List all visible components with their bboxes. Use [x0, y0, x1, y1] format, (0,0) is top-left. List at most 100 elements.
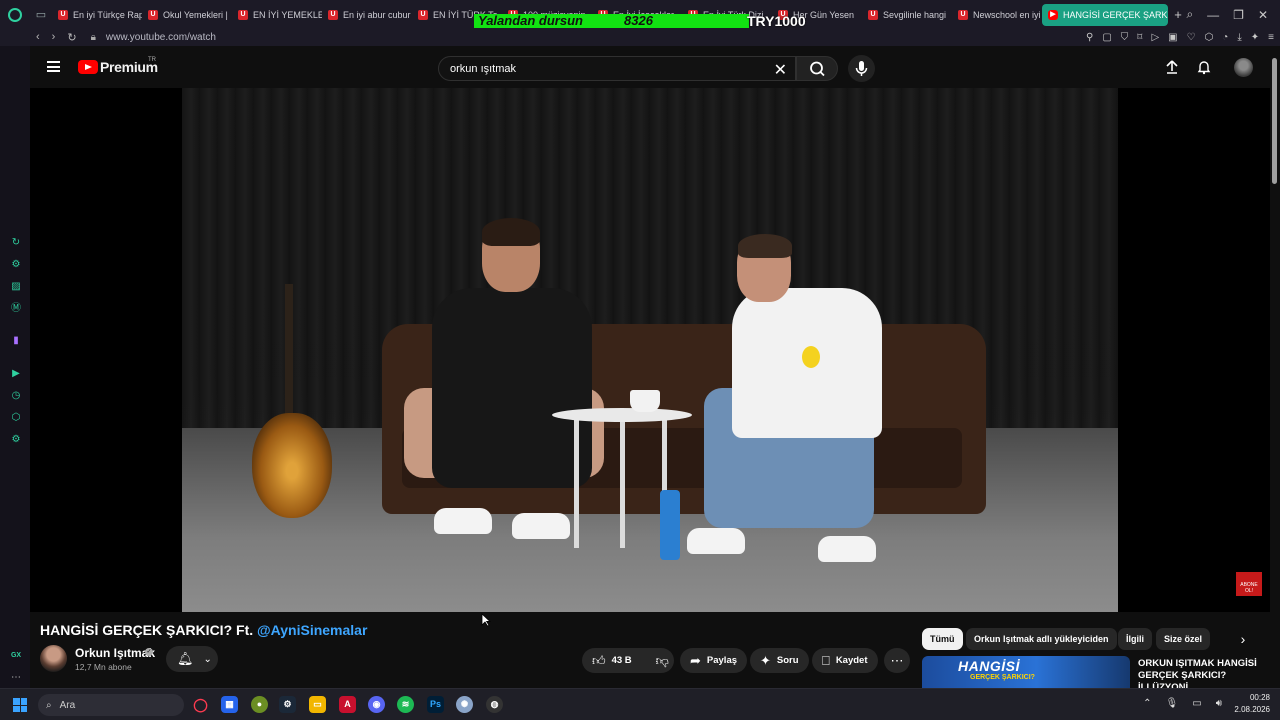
youtube-logo-icon[interactable]: [78, 60, 98, 74]
opera-gx-logo[interactable]: [0, 0, 30, 29]
url-field[interactable]: www.youtube.com/watch: [106, 32, 216, 43]
notifications-bell-icon[interactable]: [1196, 59, 1212, 75]
pin-icon[interactable]: ⚲: [1086, 32, 1093, 43]
like-count[interactable]: 43 B: [612, 655, 632, 666]
dislike-icon[interactable]: 👎︎: [656, 653, 669, 669]
launcher-icon[interactable]: ●: [251, 696, 268, 713]
chevron-up-icon[interactable]: ⌃: [1143, 698, 1151, 709]
heart-icon[interactable]: ♡: [1187, 32, 1196, 43]
lock-icon[interactable]: 🔒︎: [91, 32, 96, 43]
settings-app-icon[interactable]: ✺: [456, 696, 473, 713]
stream-overlay-count: 8326: [624, 13, 653, 28]
aria-ai-icon[interactable]: ✦: [1251, 32, 1259, 43]
chevron-right-icon[interactable]: ›: [1232, 628, 1254, 650]
recommended-thumbnail[interactable]: HANGİSİ GERÇEK ŞARKICI?: [922, 656, 1130, 688]
bot-icon[interactable]: ⚙: [10, 259, 22, 271]
search-query[interactable]: orkun ışıtmak: [450, 63, 516, 75]
chip-related[interactable]: İlgili: [1118, 628, 1152, 650]
scan-icon[interactable]: ▨: [10, 281, 22, 293]
forward-icon[interactable]: ›: [52, 31, 56, 44]
channel-name[interactable]: Orkun Işıtmak: [75, 646, 155, 660]
taskbar-search[interactable]: ⌕ Ara: [38, 694, 184, 716]
m-icon[interactable]: Ⓜ: [10, 303, 22, 315]
minimize-icon[interactable]: —: [1207, 8, 1219, 22]
browser-tab[interactable]: U EN İYİ YEMEKLER: [232, 4, 322, 26]
clear-search-icon[interactable]: ✕: [774, 60, 787, 80]
mention-link[interactable]: @AyniSinemalar: [257, 622, 367, 638]
settings-icon[interactable]: ⚙: [10, 434, 22, 446]
browser-tab-active[interactable]: ▶ HANGİSİ GERÇEK ŞARKICI: [1042, 3, 1168, 26]
extensions-icon[interactable]: ⬡: [10, 412, 22, 424]
browser-tab[interactable]: U En iyi Türkçe Rap: [52, 4, 142, 26]
clock-icon[interactable]: ◷: [10, 390, 22, 402]
cube-icon[interactable]: ▣: [1168, 32, 1177, 43]
store-icon[interactable]: ▦: [221, 696, 238, 713]
search-tabs-icon[interactable]: ⌕: [1186, 7, 1193, 22]
discord-icon[interactable]: ◉: [368, 696, 385, 713]
volume-icon[interactable]: 🔊︎: [1216, 698, 1222, 709]
browser-tab[interactable]: U Okul Yemekleri |: [142, 4, 232, 26]
refresh-icon[interactable]: ↻: [10, 237, 22, 249]
tab-label: Newschool en iyi: [973, 9, 1041, 20]
gx-label[interactable]: GX: [10, 650, 22, 662]
extensions-icon[interactable]: ⬡: [1205, 32, 1214, 43]
chip-from-uploader[interactable]: Orkun Işıtmak adlı yükleyiciden: [966, 628, 1117, 650]
thumbnail-title: HANGİSİ: [958, 658, 1020, 674]
more-actions-button[interactable]: ⋯: [884, 648, 910, 673]
profile-icon[interactable]: ◔: [1222, 32, 1228, 43]
close-window-icon[interactable]: ✕: [1258, 8, 1268, 22]
browser-tab[interactable]: U Sevgilinle hangi: [862, 4, 952, 26]
ask-button[interactable]: ✦ Soru: [750, 648, 809, 673]
chip-for-you[interactable]: Size özel: [1156, 628, 1211, 650]
play-icon[interactable]: ▶: [10, 368, 22, 380]
snapshot-icon[interactable]: ▢: [1102, 32, 1111, 43]
back-icon[interactable]: ‹: [36, 31, 40, 44]
recommended-title[interactable]: ORKUN IŞITMAK HANGİSİ GERÇEK ŞARKICI? İL…: [1138, 658, 1258, 688]
network-icon[interactable]: ▭: [1192, 698, 1201, 709]
search-input[interactable]: orkun ışıtmak ✕: [438, 56, 796, 81]
photoshop-icon[interactable]: Ps: [427, 696, 444, 713]
subscribe-badge[interactable]: ABONE OL!: [1236, 572, 1262, 596]
shield-icon[interactable]: ⛉: [1121, 32, 1129, 43]
maximize-icon[interactable]: ❐: [1233, 8, 1244, 22]
upload-icon[interactable]: [1164, 59, 1180, 75]
file-explorer-icon[interactable]: ▭: [309, 696, 326, 713]
windows-start-icon[interactable]: [13, 698, 27, 712]
browser-tab[interactable]: U Newschool en iyi: [952, 4, 1042, 26]
save-button[interactable]: ⎕ Kaydet: [812, 648, 878, 673]
bookmark-icon[interactable]: ⌑: [1137, 32, 1142, 43]
spotify-icon[interactable]: ≋: [397, 696, 414, 713]
steam-icon[interactable]: ⚙: [279, 696, 296, 713]
workspaces-icon[interactable]: ▭: [30, 0, 52, 29]
obs-icon[interactable]: ◍: [486, 696, 503, 713]
share-button[interactable]: ➦ Paylaş: [680, 648, 748, 673]
chip-all[interactable]: Tümü: [922, 628, 963, 650]
youtube-favicon-icon: U: [328, 9, 338, 20]
like-icon[interactable]: 👍︎: [592, 653, 606, 669]
twitch-icon[interactable]: ▮: [10, 335, 22, 347]
player-icon[interactable]: ▷: [1151, 32, 1159, 43]
mic-icon[interactable]: 🎙︎: [1166, 698, 1179, 709]
account-avatar[interactable]: [1234, 58, 1253, 77]
subscribed-bell-button[interactable]: 🔔︎ ⌄: [166, 646, 218, 672]
clock-date[interactable]: 2.08.2026: [1228, 705, 1270, 714]
save-label: Kaydet: [835, 655, 868, 666]
new-tab-button[interactable]: +: [1168, 7, 1188, 22]
video-frame[interactable]: [182, 88, 1118, 612]
search-button[interactable]: [796, 56, 838, 81]
hamburger-menu-icon[interactable]: [47, 61, 60, 72]
youtube-favicon-icon: U: [418, 9, 428, 20]
voice-search-button[interactable]: [848, 55, 875, 82]
browser-tab[interactable]: U En iyi abur cubur: [322, 4, 412, 26]
clock-time[interactable]: 00:28: [1238, 693, 1270, 702]
opera-gx-taskbar-icon[interactable]: ◯: [192, 696, 209, 713]
page-scrollbar[interactable]: [1272, 58, 1277, 184]
channel-avatar[interactable]: [40, 645, 67, 672]
riot-icon[interactable]: A: [339, 696, 356, 713]
more-icon[interactable]: ⋯: [10, 672, 22, 684]
reload-icon[interactable]: ↻: [67, 31, 76, 44]
download-icon[interactable]: ⤓: [1237, 32, 1241, 43]
tab-label: Okul Yemekleri |: [163, 9, 228, 20]
menu-icon[interactable]: ≡: [1268, 32, 1274, 43]
stream-overlay-goal: TRY1000: [747, 13, 806, 29]
